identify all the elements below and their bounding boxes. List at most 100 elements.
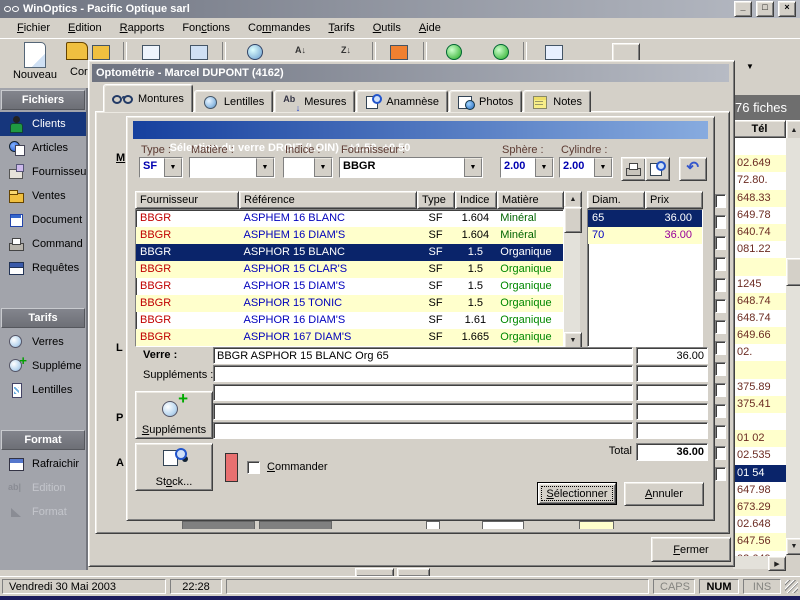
tab-photos[interactable]: Photos xyxy=(449,90,522,112)
supplement-field[interactable] xyxy=(213,403,633,420)
combo-dropdown-arrow[interactable]: ▼ xyxy=(535,158,553,177)
toolbar-icon[interactable] xyxy=(390,45,408,60)
tel-vscrollbar-track[interactable] xyxy=(786,138,800,538)
tel-column-header[interactable]: Tél xyxy=(733,120,786,138)
tel-row[interactable]: 647.56 xyxy=(733,533,786,550)
supplement-field[interactable] xyxy=(213,365,633,382)
toolbar-icon[interactable] xyxy=(247,44,263,60)
diam-table-header[interactable]: Diam.Prix xyxy=(587,191,703,209)
scroll-up-button[interactable]: ▲ xyxy=(786,120,800,140)
lens-row[interactable]: BBGRASPHOR 15 TONICSF1.5Organique xyxy=(136,295,563,312)
filter-combo-fournisseur[interactable]: BBGR▼ xyxy=(339,157,483,178)
column-header-fournisseur[interactable]: Fournisseur xyxy=(135,191,239,209)
tel-row[interactable]: 647.98 xyxy=(733,482,786,499)
menu-edition[interactable]: Edition xyxy=(59,19,111,37)
menu-rapports[interactable]: Rapports xyxy=(111,19,174,37)
tel-row[interactable]: 649.78 xyxy=(733,207,786,224)
minimize-button[interactable]: _ xyxy=(734,1,752,17)
filter-combo-cylindre[interactable]: 2.00▼ xyxy=(559,157,613,178)
sidebar-item-fournisseu[interactable]: Fournisseu xyxy=(0,160,86,184)
lens-row[interactable]: BBGRASPHOR 167 DIAM'SSF1.665Organique xyxy=(136,329,563,346)
tel-row[interactable] xyxy=(733,413,786,430)
fermer-button[interactable]: Fermer xyxy=(651,537,731,562)
sidebar-item-document[interactable]: Document xyxy=(0,208,86,232)
tel-row[interactable]: 375.41 xyxy=(733,396,786,413)
menu-fonctions[interactable]: Fonctions xyxy=(173,19,239,37)
stock-button[interactable]: Stock... xyxy=(135,443,213,491)
cancel-button[interactable]: Annuler xyxy=(624,482,704,506)
menu-tarifs[interactable]: Tarifs xyxy=(319,19,363,37)
tel-row[interactable]: 01 54 xyxy=(733,465,786,482)
sidebar-item-command[interactable]: Command xyxy=(0,232,86,256)
toolbar-icon[interactable]: A↓ xyxy=(295,45,306,55)
diam-row[interactable]: 6536.00 xyxy=(588,210,702,227)
print-button[interactable] xyxy=(621,157,646,181)
sidebar-item-edition[interactable]: Edition xyxy=(0,476,86,500)
tel-row[interactable]: 72.80. xyxy=(733,172,786,189)
sidebar-item-format[interactable]: Format xyxy=(0,500,86,524)
tel-row[interactable]: 1245 xyxy=(733,276,786,293)
toolbar-icon[interactable]: Z↓ xyxy=(341,45,351,55)
column-header-indice[interactable]: Indice xyxy=(455,191,497,209)
select-button[interactable]: Sélectionner xyxy=(537,482,617,505)
tel-row[interactable]: 02. xyxy=(733,344,786,361)
lens-row[interactable]: BBGRASPHEM 16 BLANCSF1.604Minéral xyxy=(136,210,563,227)
tel-row[interactable]: 649.66 xyxy=(733,327,786,344)
tel-row[interactable]: 648.74 xyxy=(733,310,786,327)
sidebar-item-lentilles[interactable]: Lentilles xyxy=(0,378,86,402)
toolbar-partial-folder-icon[interactable] xyxy=(66,42,88,60)
diam-row[interactable]: 7036.00 xyxy=(588,227,702,244)
tel-row[interactable]: 640.74 xyxy=(733,224,786,241)
supplement-price-field[interactable] xyxy=(636,384,708,401)
toolbar-button-fragment[interactable] xyxy=(612,43,640,61)
combo-dropdown-arrow[interactable]: ▼ xyxy=(464,158,482,177)
column-header-prix[interactable]: Prix xyxy=(645,191,703,209)
tab-anamnèse[interactable]: Anamnèse xyxy=(356,90,448,112)
filter-combo-sphère[interactable]: 2.00▼ xyxy=(500,157,554,178)
menu-commandes[interactable]: Commandes xyxy=(239,19,319,37)
sidebar-item-articles[interactable]: Articles xyxy=(0,136,86,160)
combo-dropdown-arrow[interactable]: ▼ xyxy=(164,158,182,177)
tel-row[interactable] xyxy=(733,361,786,378)
supplement-field[interactable] xyxy=(213,384,633,401)
sidebar-item-supplme[interactable]: Suppléme xyxy=(0,354,86,378)
filter-combo-indice[interactable]: ▼ xyxy=(283,157,333,178)
toolbar-icon[interactable] xyxy=(142,45,160,60)
supplement-field[interactable] xyxy=(213,422,633,439)
sidebar-item-clients[interactable]: Clients xyxy=(0,112,86,136)
tel-row[interactable]: 02.649 xyxy=(733,155,786,172)
lens-row[interactable]: BBGRASPHOR 16 DIAM'SSF1.61Organique xyxy=(136,312,563,329)
combo-dropdown-arrow[interactable]: ▼ xyxy=(314,158,332,177)
menu-fichier[interactable]: Fichier xyxy=(8,19,59,37)
tel-row[interactable]: 081.22 xyxy=(733,241,786,258)
lens-row[interactable]: BBGRASPHOR 15 CLAR'SSF1.5Organique xyxy=(136,261,563,278)
verre-field[interactable]: BBGR ASPHOR 15 BLANC Org 65 xyxy=(213,347,633,364)
lens-row[interactable]: BBGRASPHOR 15 BLANCSF1.5Organique xyxy=(136,244,563,261)
sidebar-item-requtes[interactable]: Requêtes xyxy=(0,256,86,280)
column-header-diam[interactable]: Diam. xyxy=(587,191,645,209)
print-preview-button[interactable] xyxy=(645,157,670,181)
undo-button[interactable] xyxy=(679,157,707,181)
toolbar-combo-arrow[interactable]: ▼ xyxy=(746,62,754,71)
toolbar-icon[interactable] xyxy=(190,45,208,60)
close-button[interactable]: × xyxy=(778,1,796,17)
window-titlebar[interactable]: WinOptics - Pacific Optique sarl _ □ × xyxy=(0,0,800,18)
tel-hscrollbar-track[interactable] xyxy=(733,556,770,569)
tel-row[interactable]: 01 02 xyxy=(733,430,786,447)
sidebar-item-rafraichir[interactable]: Rafraichir xyxy=(0,452,86,476)
lens-row[interactable]: BBGRASPHOR 15 DIAM'SSF1.5Organique xyxy=(136,278,563,295)
tab-montures[interactable]: Montures xyxy=(103,84,193,112)
lens-row[interactable]: BBGRASPHEM 16 DIAM'SSF1.604Minéral xyxy=(136,227,563,244)
tel-row[interactable]: 375.89 xyxy=(733,379,786,396)
maximize-button[interactable]: □ xyxy=(756,1,774,17)
commander-checkbox[interactable] xyxy=(247,461,260,474)
tel-row[interactable]: 673.29 xyxy=(733,499,786,516)
toolbar-icon[interactable] xyxy=(545,45,563,60)
menu-outils[interactable]: Outils xyxy=(364,19,410,37)
tel-row[interactable] xyxy=(733,258,786,275)
toolbar-icon[interactable] xyxy=(92,45,110,60)
commander-label[interactable]: Commander xyxy=(267,461,328,473)
new-document-button[interactable]: Nouveau xyxy=(6,40,64,86)
tel-row[interactable]: 02.535 xyxy=(733,447,786,464)
supplement-price-field[interactable] xyxy=(636,422,708,439)
